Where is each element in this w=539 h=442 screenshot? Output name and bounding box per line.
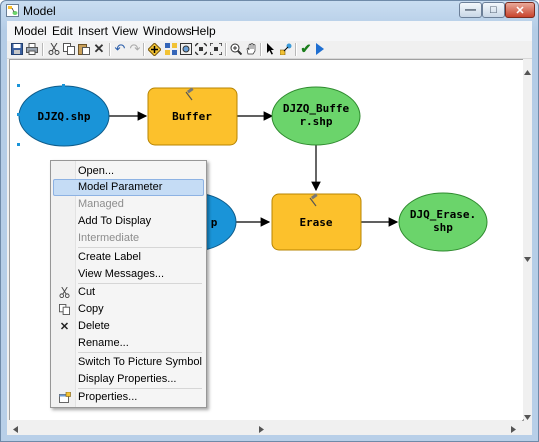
redo-icon[interactable]: ↷ xyxy=(128,41,142,56)
menu-item-display-properties[interactable]: Display Properties... xyxy=(53,371,204,388)
scissors-icon xyxy=(58,286,71,299)
delete-icon[interactable]: ✕ xyxy=(92,41,106,56)
delete-icon: ✕ xyxy=(59,321,70,333)
cut-icon[interactable] xyxy=(47,42,61,56)
menu-item-rename[interactable]: Rename... xyxy=(53,335,204,352)
title-bar: Model — □ ✕ xyxy=(1,1,538,21)
horizontal-scrollbar[interactable] xyxy=(9,420,522,433)
node-djq-erase-label-2: shp xyxy=(433,221,453,234)
maximize-icon: □ xyxy=(490,4,497,16)
selection-handle[interactable] xyxy=(17,143,20,146)
window-title: Model xyxy=(23,4,56,18)
menu-bar: Model Edit Insert View Windows Help xyxy=(7,21,532,41)
menu-item-open[interactable]: Open... xyxy=(53,163,204,180)
vertical-scrollbar[interactable] xyxy=(523,59,532,420)
paste-icon[interactable] xyxy=(77,42,91,56)
menu-insert[interactable]: Insert xyxy=(78,24,108,38)
properties-icon xyxy=(58,391,71,404)
menu-item-create-label[interactable]: Create Label xyxy=(53,249,204,266)
node-erase-input-label: p xyxy=(211,216,218,229)
print-icon[interactable] xyxy=(25,42,39,56)
menu-help[interactable]: Help xyxy=(191,24,216,38)
selection-handle[interactable] xyxy=(17,113,20,116)
scroll-thumb-grip[interactable] xyxy=(524,251,531,262)
selection-handle[interactable] xyxy=(17,84,20,87)
model-app-icon xyxy=(6,4,19,17)
zoom-in-icon[interactable] xyxy=(229,42,243,56)
menu-edit[interactable]: Edit xyxy=(52,24,73,38)
menu-item-model-parameter[interactable]: Model Parameter xyxy=(53,179,204,196)
menu-item-copy[interactable]: Copy xyxy=(53,301,204,318)
scroll-right-arrow[interactable] xyxy=(511,422,516,436)
select-icon[interactable] xyxy=(264,42,278,56)
node-erase-tool[interactable]: Erase xyxy=(271,193,362,251)
copy-icon xyxy=(58,303,71,316)
node-djzq-buffer-label-2: r.shp xyxy=(299,115,332,128)
menu-item-managed[interactable]: Managed xyxy=(53,196,204,213)
node-erase-label: Erase xyxy=(299,216,332,229)
menu-item-add-to-display[interactable]: Add To Display xyxy=(53,213,204,230)
maximize-button[interactable]: □ xyxy=(482,2,505,18)
node-djzq-label: DJZQ.shp xyxy=(38,110,91,123)
connect-icon[interactable] xyxy=(279,42,293,56)
add-data-icon[interactable] xyxy=(147,42,161,56)
copy-icon[interactable] xyxy=(62,42,76,56)
node-buffer-tool[interactable]: Buffer xyxy=(147,87,238,146)
toolbar: ✕ ↶ ↷ ✔ xyxy=(7,41,532,59)
menu-windows[interactable]: Windows xyxy=(143,24,192,38)
menu-view[interactable]: View xyxy=(112,24,138,38)
scroll-down-arrow[interactable] xyxy=(524,409,531,420)
node-djq-erase-shp[interactable]: DJQ_Erase. shp xyxy=(398,192,488,252)
node-djzq-buffer-shp[interactable]: DJZQ_Buffe r.shp xyxy=(271,86,361,146)
close-button[interactable]: ✕ xyxy=(505,2,535,18)
menu-item-delete[interactable]: ✕ Delete xyxy=(53,318,204,335)
fixed-zoom-in-icon[interactable] xyxy=(194,42,208,56)
scroll-left-arrow[interactable] xyxy=(13,422,18,436)
validate-icon[interactable]: ✔ xyxy=(299,41,313,56)
menu-item-intermediate[interactable]: Intermediate xyxy=(53,230,204,247)
pan-icon[interactable] xyxy=(244,42,258,56)
node-djzq-buffer-label-1: DJZQ_Buffe xyxy=(283,102,350,115)
minimize-button[interactable]: — xyxy=(459,2,482,18)
scroll-up-arrow[interactable] xyxy=(524,64,531,75)
scroll-hthumb-grip[interactable] xyxy=(259,422,264,436)
menu-item-view-messages[interactable]: View Messages... xyxy=(53,266,204,283)
close-icon: ✕ xyxy=(515,4,525,17)
node-buffer-label: Buffer xyxy=(172,110,212,123)
selection-handle[interactable] xyxy=(62,84,65,87)
full-extent-icon[interactable] xyxy=(179,42,193,56)
auto-layout-icon[interactable] xyxy=(164,42,178,56)
menu-item-cut[interactable]: Cut xyxy=(53,284,204,301)
menu-model[interactable]: Model xyxy=(14,24,47,38)
menu-item-switch-to-picture-symbol[interactable]: Switch To Picture Symbol xyxy=(53,354,204,371)
node-djq-erase-label-1: DJQ_Erase. xyxy=(410,208,476,221)
menu-separator xyxy=(78,247,202,248)
undo-icon[interactable]: ↶ xyxy=(113,41,127,56)
run-icon[interactable] xyxy=(313,42,327,56)
menu-separator xyxy=(78,352,202,353)
context-menu: Open... Model Parameter Managed Add To D… xyxy=(50,160,207,408)
node-djzq-shp[interactable]: DJZQ.shp xyxy=(17,84,110,147)
minimize-icon: — xyxy=(465,4,476,16)
save-icon[interactable] xyxy=(10,42,24,56)
fixed-zoom-out-icon[interactable] xyxy=(209,42,223,56)
menu-item-properties[interactable]: Properties... xyxy=(53,389,204,406)
